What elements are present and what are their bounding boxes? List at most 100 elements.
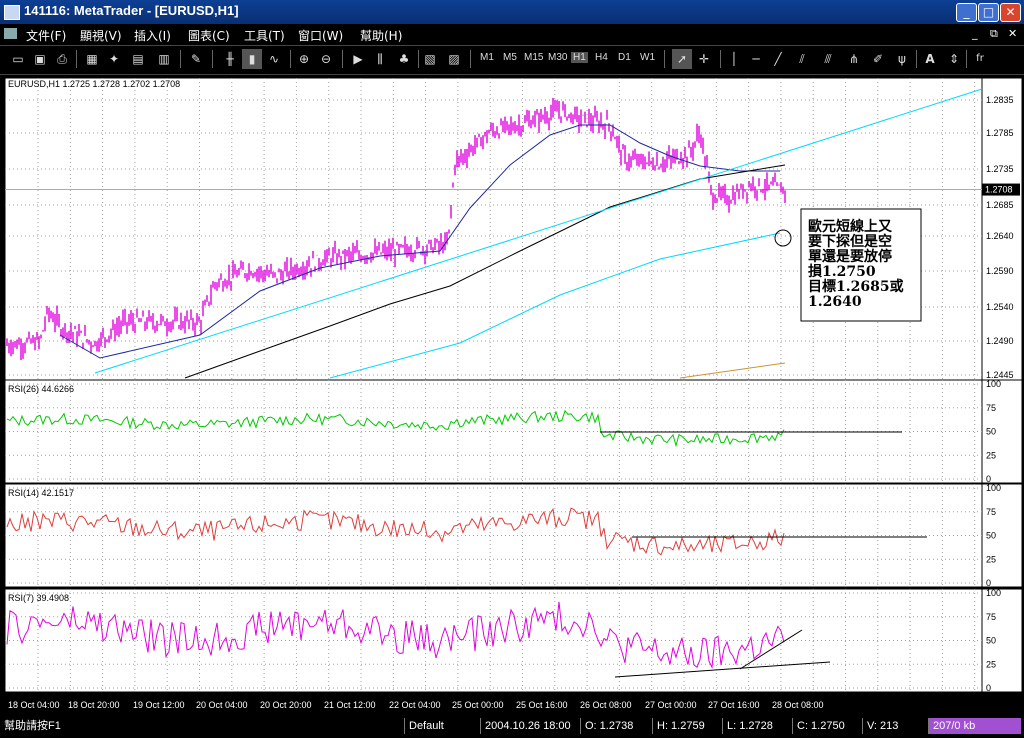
horizontal-line-icon[interactable]: ─ (746, 49, 766, 69)
time-axis-label: 20 Oct 20:00 (260, 700, 312, 710)
indicator-tick-label: 0 (986, 578, 991, 588)
title-bar: 141116: MetaTrader - [EURUSD,H1] _ □ ✕ (0, 0, 1024, 24)
time-axis-label: 25 Oct 00:00 (452, 700, 504, 710)
gann-icon[interactable]: ✐ (868, 49, 888, 69)
time-axis-label: 19 Oct 12:00 (133, 700, 185, 710)
indicator-tick-label: 50 (986, 427, 996, 437)
timeframe-m1[interactable]: M1 (480, 52, 494, 63)
indicator-label: RSI(26) 44.6266 (8, 384, 74, 394)
indicator-label: RSI(14) 42.1517 (8, 488, 74, 498)
indicator-tick-label: 100 (986, 379, 1001, 389)
toolbar: ▭ ▣ ⎙ ▦ ✦ ▤ ▥ ✎ ╫ ▮ ∿ ⊕ ⊖ ▶ ⫼ ♣ ▧ ▨ M1 M… (0, 45, 1024, 75)
indicator-tick-label: 50 (986, 531, 996, 541)
candle-chart-icon[interactable]: ▮ (242, 49, 262, 69)
time-axis-label: 21 Oct 12:00 (324, 700, 376, 710)
time-axis-label: 20 Oct 04:00 (196, 700, 248, 710)
menu-window[interactable]: 窗口(W) (298, 27, 343, 44)
chart-shift-icon[interactable]: ⫼ (370, 49, 390, 69)
tester-icon[interactable]: ▥ (154, 49, 174, 69)
price-scale (981, 77, 1023, 381)
menu-insert[interactable]: 插入(I) (134, 27, 171, 44)
market-watch-icon[interactable]: ▦ (82, 49, 102, 69)
arrow-tool-icon[interactable]: ⇕ (944, 49, 964, 69)
timeframe-m15[interactable]: M15 (524, 52, 543, 63)
cursor-icon[interactable]: ➚ (672, 49, 692, 69)
save-icon[interactable]: ▣ (30, 49, 50, 69)
menu-view[interactable]: 顯視(V) (80, 27, 122, 44)
timeframe-d1[interactable]: D1 (618, 52, 631, 63)
chart-area[interactable]: 1.2835 1.2785 1.2735 1.2685 1.2640 1.2590 1.25… (0, 73, 1024, 716)
pitchfork-icon[interactable]: ψ (892, 49, 912, 69)
indicator-tick-label: 75 (986, 507, 996, 517)
status-datetime: 2004.10.26 18:00 (480, 718, 581, 734)
trendline-icon[interactable]: ╱ (768, 49, 788, 69)
timeframe-m5[interactable]: M5 (503, 52, 517, 63)
timeframe-h1[interactable]: H1 (571, 52, 588, 63)
time-axis-label: 28 Oct 08:00 (772, 700, 824, 710)
time-axis-label: 18 Oct 20:00 (68, 700, 120, 710)
chart-header: EURUSD,H1 1.2725 1.2728 1.2702 1.2708 (8, 79, 180, 89)
crosshair-icon[interactable]: ✛ (694, 49, 714, 69)
annotation-line: 1.2640 (808, 294, 862, 310)
expert-icon[interactable]: ✎ (186, 49, 206, 69)
price-tick-label: 1.2685 (986, 200, 1014, 210)
window-title: 141116: MetaTrader - [EURUSD,H1] (24, 3, 239, 18)
indicators-icon[interactable]: ♣ (394, 49, 414, 69)
mdi-minimize-button[interactable]: _ (972, 27, 978, 40)
status-help: 幫助請按F1 (4, 720, 61, 732)
period-icon[interactable]: ▧ (420, 49, 440, 69)
status-volume: V: 213 (862, 718, 929, 734)
indicator-tick-label: 100 (986, 483, 1001, 493)
timeframe-w1[interactable]: W1 (640, 52, 655, 63)
vertical-line-icon[interactable]: │ (724, 49, 744, 69)
close-button[interactable]: ✕ (1000, 3, 1021, 22)
annotation-line: 單還是要放停 (808, 248, 892, 265)
timeframe-m30[interactable]: M30 (548, 52, 567, 63)
indicator-tick-label: 0 (986, 683, 991, 693)
status-close: C: 1.2750 (792, 718, 863, 734)
time-axis-label: 18 Oct 04:00 (8, 700, 60, 710)
indicator-tick-label: 25 (986, 450, 996, 460)
terminal-icon[interactable]: ▤ (128, 49, 148, 69)
price-tick-label: 1.2785 (986, 128, 1014, 138)
maximize-button[interactable]: □ (978, 3, 999, 22)
equidistant-channel-icon[interactable]: ⫻ (818, 49, 838, 69)
new-chart-icon[interactable]: ▭ (8, 49, 28, 69)
time-axis-label: 26 Oct 08:00 (580, 700, 632, 710)
navigator-icon[interactable]: ✦ (104, 49, 124, 69)
time-axis-label: 22 Oct 04:00 (389, 700, 441, 710)
minimize-button[interactable]: _ (956, 3, 977, 22)
menu-tools[interactable]: 工具(T) (244, 27, 285, 44)
fib-tool-icon[interactable]: fr (970, 49, 990, 69)
time-axis-label: 25 Oct 16:00 (516, 700, 568, 710)
auto-scroll-icon[interactable]: ▶ (348, 49, 368, 69)
channel-icon[interactable]: ⫽ (792, 49, 812, 69)
menu-file[interactable]: 文件(F) (26, 27, 66, 44)
zoom-out-icon[interactable]: ⊖ (316, 49, 336, 69)
mdi-close-button[interactable]: ✕ (1008, 27, 1017, 40)
status-open: O: 1.2738 (580, 718, 653, 734)
menu-help[interactable]: 幫助(H) (360, 27, 402, 44)
fibo-fan-icon[interactable]: ⋔ (844, 49, 864, 69)
bar-chart-icon[interactable]: ╫ (220, 49, 240, 69)
price-tick-label: 1.2835 (986, 95, 1014, 105)
print-icon[interactable]: ⎙ (52, 49, 72, 69)
status-high: H: 1.2759 (652, 718, 723, 734)
indicator-tick-label: 75 (986, 403, 996, 413)
indicator-tick-label: 75 (986, 612, 996, 622)
line-chart-icon[interactable]: ∿ (264, 49, 284, 69)
templates-icon[interactable]: ▨ (444, 49, 464, 69)
app-icon (4, 5, 20, 20)
text-tool-icon[interactable]: A (920, 49, 940, 69)
mdi-restore-button[interactable]: ⧉ (990, 27, 998, 41)
time-axis-label: 27 Oct 00:00 (645, 700, 697, 710)
time-axis-label: 27 Oct 16:00 (708, 700, 760, 710)
zoom-in-icon[interactable]: ⊕ (294, 49, 314, 69)
menu-charts[interactable]: 圖表(C) (188, 27, 230, 44)
menu-bar: 文件(F) 顯視(V) 插入(I) 圖表(C) 工具(T) 窗口(W) 幫助(H… (0, 24, 1024, 45)
timeframe-h4[interactable]: H4 (595, 52, 608, 63)
status-low: L: 1.2728 (722, 718, 793, 734)
doc-icon (4, 28, 17, 39)
indicator-tick-label: 25 (986, 554, 996, 564)
price-tick-label: 1.2490 (986, 336, 1014, 346)
